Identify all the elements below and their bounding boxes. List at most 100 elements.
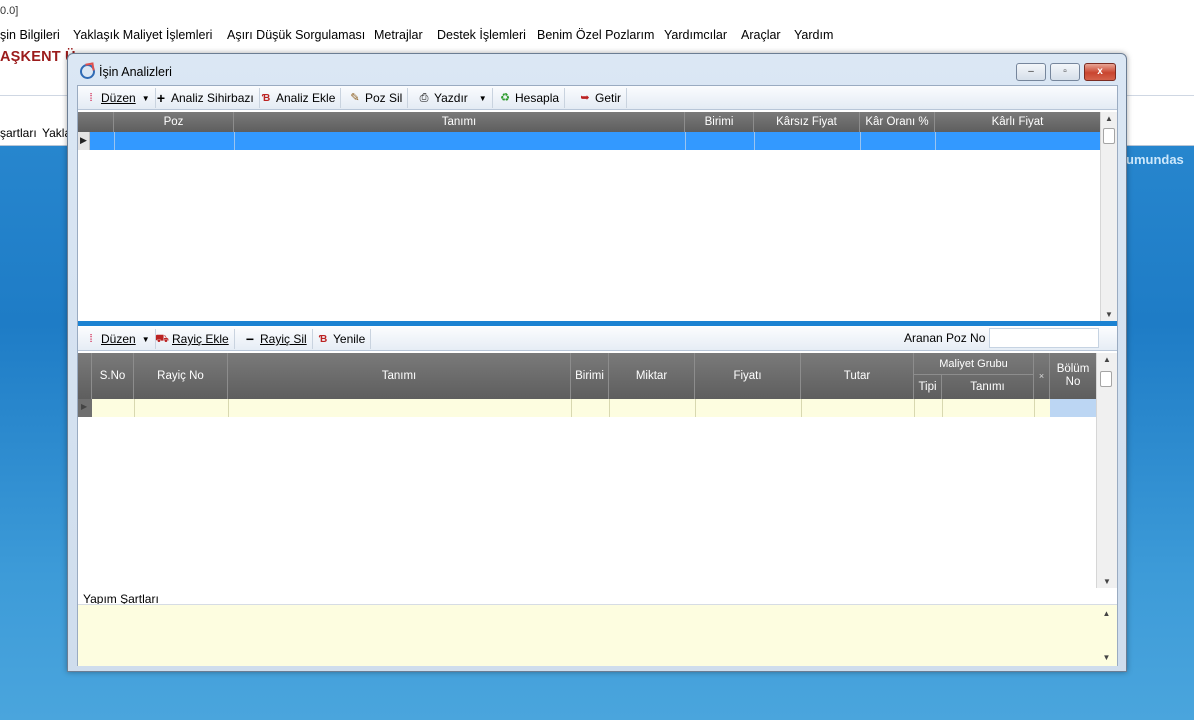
- isin-analizleri-dialog: İşin Analizleri – ▫ x ⁞ Düzen ▼ + Analiz…: [67, 53, 1127, 672]
- duzen-label: Düzen: [101, 91, 136, 105]
- rayic-grid-scrollbar[interactable]: ▲ ▼: [1096, 353, 1117, 588]
- rayic-duzen-dropdown[interactable]: ⁞ Düzen ▼: [80, 329, 156, 349]
- chevron-down-icon: ▼: [141, 334, 150, 344]
- minimize-button[interactable]: –: [1016, 63, 1046, 81]
- notes-scrollbar[interactable]: ▲ ▼: [1096, 605, 1117, 666]
- maximize-button[interactable]: ▫: [1050, 63, 1080, 81]
- app-background-text: umundas: [1126, 152, 1184, 167]
- add-item-icon: ⛟: [155, 332, 169, 345]
- col-tutar[interactable]: Tutar: [801, 353, 914, 399]
- table-row-selected[interactable]: [90, 132, 1100, 150]
- analiz-ekle-button[interactable]: Ɓ Analiz Ekle: [255, 88, 342, 108]
- close-button[interactable]: x: [1084, 63, 1116, 81]
- cell-divider: [1034, 399, 1035, 417]
- cell-divider: [801, 399, 802, 417]
- yazdir-dropdown[interactable]: ⎙ Yazdır ▼: [413, 88, 493, 108]
- yenile-button[interactable]: Ɓ Yenile: [312, 329, 372, 349]
- poz-sil-label: Poz Sil: [365, 91, 403, 105]
- panel-splitter[interactable]: [78, 321, 1117, 326]
- hesapla-button[interactable]: ♻ Hesapla: [494, 88, 566, 108]
- col-rayic-tanimi[interactable]: Tanımı: [228, 353, 571, 399]
- aranan-poz-no-input[interactable]: [989, 328, 1099, 348]
- app-tab-sartlari[interactable]: şartları: [0, 126, 37, 140]
- grid-indicator-header: [78, 353, 92, 399]
- analiz-sihirbazi-button[interactable]: + Analiz Sihirbazı: [150, 88, 260, 108]
- rayic-sil-label: Rayiç Sil: [260, 332, 307, 346]
- menu-metrajlar[interactable]: Metrajlar: [374, 28, 423, 42]
- printer-icon: ⎙: [419, 91, 429, 104]
- cell-divider: [935, 132, 936, 150]
- col-tipi[interactable]: Tipi: [914, 375, 942, 399]
- app-title: 0.0]: [0, 5, 19, 17]
- scroll-down-icon[interactable]: ▼: [1101, 310, 1117, 319]
- col-birimi[interactable]: Birimi: [685, 112, 754, 132]
- scroll-down-icon[interactable]: ▼: [1096, 653, 1117, 662]
- analiz-ekle-label: Analiz Ekle: [276, 91, 336, 105]
- hesapla-label: Hesapla: [515, 91, 560, 105]
- yenile-label: Yenile: [333, 332, 366, 346]
- col-bolum-no[interactable]: Bölüm No: [1050, 353, 1096, 399]
- col-group-maliyet-grubu: Maliyet Grubu: [914, 353, 1034, 375]
- col-fiyati[interactable]: Fiyatı: [695, 353, 801, 399]
- col-rayic-no[interactable]: Rayiç No: [134, 353, 228, 399]
- rayic-ekle-button[interactable]: ⛟ Rayiç Ekle: [151, 329, 235, 349]
- search-label: Aranan Poz No: [904, 331, 986, 345]
- rayic-ekle-label: Rayiç Ekle: [172, 332, 229, 346]
- row-pointer-icon: ▶: [81, 402, 88, 411]
- col-grup-tanimi[interactable]: Tanımı: [942, 375, 1034, 399]
- duzen-dropdown[interactable]: ⁞ Düzen ▼: [80, 88, 156, 108]
- cell-divider: [942, 399, 943, 417]
- menu-yardimcilar[interactable]: Yardımcılar: [664, 28, 727, 42]
- row-indicator[interactable]: ▶: [78, 132, 90, 150]
- cell-divider: [914, 399, 915, 417]
- col-karli-fiyat[interactable]: Kârlı Fiyat: [935, 112, 1100, 132]
- scroll-up-icon[interactable]: ▲: [1097, 355, 1117, 364]
- menu-araclar[interactable]: Araçlar: [741, 28, 781, 42]
- col-tanimi[interactable]: Tanımı: [234, 112, 685, 132]
- cell-divider: [228, 399, 229, 417]
- col-karsiz-fiyat[interactable]: Kârsız Fiyat: [754, 112, 860, 132]
- chevron-down-icon: ▼: [478, 93, 487, 103]
- scroll-up-icon[interactable]: ▲: [1101, 114, 1117, 123]
- app-menubar: şin Bilgileri Yaklaşık Maliyet İşlemleri…: [0, 24, 1194, 46]
- scroll-down-icon[interactable]: ▼: [1097, 577, 1117, 586]
- rayic-grid-header: S.No Rayiç No Tanımı Birimi Miktar Fiyat…: [78, 353, 1096, 399]
- grid-indicator-header: [78, 112, 114, 132]
- yazdir-label: Yazdır: [434, 91, 468, 105]
- col-kar-orani[interactable]: Kâr Oranı %: [860, 112, 935, 132]
- dialog-titlebar[interactable]: İşin Analizleri – ▫ x: [68, 54, 1126, 86]
- yapim-sartlari-textarea[interactable]: ▲ ▼: [78, 604, 1117, 666]
- menu-yaklasik-maliyet[interactable]: Yaklaşık Maliyet İşlemleri: [73, 28, 212, 42]
- menu-yardim[interactable]: Yardım: [794, 28, 833, 42]
- add-document-icon: Ɓ: [261, 92, 271, 104]
- bolum-no-cell[interactable]: [1050, 399, 1096, 417]
- plus-icon: +: [156, 89, 166, 106]
- col-small[interactable]: ×: [1034, 353, 1050, 399]
- scroll-up-icon[interactable]: ▲: [1096, 609, 1117, 618]
- poz-sil-button[interactable]: ✎ Poz Sil: [344, 88, 409, 108]
- rayic-sil-button[interactable]: − Rayiç Sil: [239, 329, 313, 349]
- chevron-down-icon: ▼: [141, 93, 150, 103]
- refresh-icon: Ɓ: [318, 333, 328, 345]
- menu-ozel-pozlar[interactable]: Benim Özel Pozlarım: [537, 28, 654, 42]
- rayic-toolbar: ⁞ Düzen ▼ ⛟ Rayiç Ekle − Rayiç Sil Ɓ Yen…: [78, 327, 1117, 351]
- analysis-grid-scrollbar[interactable]: ▲ ▼: [1100, 112, 1117, 321]
- eraser-icon: ✎: [350, 91, 360, 104]
- minus-icon: −: [245, 330, 255, 347]
- rayic-row-indicator[interactable]: ▶: [78, 399, 92, 417]
- dialog-client: ⁞ Düzen ▼ + Analiz Sihirbazı Ɓ Analiz Ek…: [77, 85, 1118, 666]
- scroll-thumb[interactable]: [1103, 128, 1115, 144]
- cell-divider: [234, 132, 235, 150]
- getir-button[interactable]: ➥ Getir: [574, 88, 628, 108]
- col-rayic-birimi[interactable]: Birimi: [571, 353, 609, 399]
- app-titlebar: 0.0]: [0, 0, 1194, 24]
- menu-is-bilgileri[interactable]: şin Bilgileri: [0, 28, 60, 42]
- scroll-thumb[interactable]: [1100, 371, 1112, 387]
- rayic-table-row[interactable]: [92, 399, 1096, 417]
- col-sno[interactable]: S.No: [92, 353, 134, 399]
- col-miktar[interactable]: Miktar: [609, 353, 695, 399]
- menu-asiri-dusuk[interactable]: Aşırı Düşük Sorgulaması: [227, 28, 365, 42]
- col-poz[interactable]: Poz: [114, 112, 234, 132]
- menu-destek[interactable]: Destek İşlemleri: [437, 28, 526, 42]
- getir-label: Getir: [595, 91, 622, 105]
